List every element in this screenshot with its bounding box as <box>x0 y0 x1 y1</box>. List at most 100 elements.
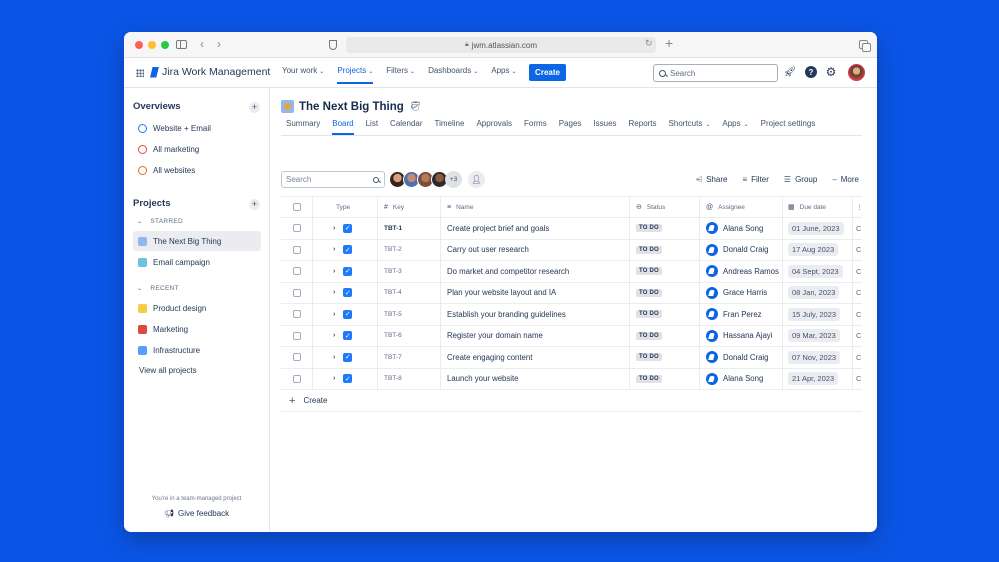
sidebar-item-all-marketing[interactable]: All marketing <box>133 139 261 159</box>
due-date[interactable]: 15 July, 2023 <box>788 307 841 321</box>
row-checkbox[interactable] <box>292 288 301 297</box>
select-all-checkbox[interactable] <box>292 203 301 211</box>
row-checkbox[interactable] <box>292 245 301 254</box>
issue-name[interactable]: Launch your website <box>447 374 519 383</box>
table-row[interactable]: › ✓ TBT-3 Do market and competitor resea… <box>281 261 862 283</box>
status-badge[interactable]: TO DO <box>636 245 662 254</box>
sidebar-item-email-campaign[interactable]: Email campaign <box>133 252 261 272</box>
assignee-name[interactable]: Alana Song <box>723 224 763 233</box>
status-badge[interactable]: TO DO <box>636 267 662 276</box>
view-all-projects-link[interactable]: View all projects <box>139 366 197 375</box>
assignee-name[interactable]: Fran Perez <box>723 310 762 319</box>
group-button[interactable]: ☰ Group <box>784 175 817 185</box>
assignee-name[interactable]: Donald Craig <box>723 353 769 362</box>
privacy-shield-icon[interactable] <box>329 40 337 50</box>
issue-name[interactable]: Create engaging content <box>447 353 532 362</box>
issue-key[interactable]: TBT-4 <box>384 289 402 296</box>
nav-projects[interactable]: Projects ⌄ <box>337 66 373 84</box>
row-checkbox[interactable] <box>292 374 301 383</box>
share-button[interactable]: ⩤ Share <box>696 175 728 185</box>
expand-chevron-icon[interactable]: › <box>333 268 335 275</box>
assignee-name[interactable]: Andreas Ramos <box>723 267 779 276</box>
tab-list[interactable]: List <box>366 119 378 128</box>
forward-arrow-icon[interactable]: › <box>217 37 221 51</box>
starred-section-toggle[interactable]: ⌄ STARRED <box>137 218 183 225</box>
expand-chevron-icon[interactable]: › <box>333 311 335 318</box>
tab-reports[interactable]: Reports <box>629 119 657 128</box>
sidebar-item-product-design[interactable]: Product design <box>133 298 261 318</box>
row-checkbox[interactable] <box>292 310 301 319</box>
due-date[interactable]: 09 Mar, 2023 <box>788 329 840 343</box>
tab-apps[interactable]: Apps ⌄ <box>722 119 748 128</box>
nav-apps[interactable]: Apps ⌄ <box>491 66 516 84</box>
global-search-input[interactable]: Search <box>653 64 778 82</box>
tab-calendar[interactable]: Calendar <box>390 119 422 128</box>
row-checkbox[interactable] <box>292 224 301 233</box>
status-badge[interactable]: TO DO <box>636 310 662 319</box>
tab-approvals[interactable]: Approvals <box>476 119 512 128</box>
paint-bucket-icon[interactable]: 🪣︎ <box>410 101 421 112</box>
issue-key[interactable]: TBT-5 <box>384 311 402 318</box>
issue-key[interactable]: TBT-6 <box>384 332 402 339</box>
issue-name[interactable]: Do market and competitor research <box>447 267 569 276</box>
header-key[interactable]: # Key <box>378 197 441 217</box>
table-row[interactable]: › ✓ TBT-2 Carry out user research TO DO … <box>281 239 862 261</box>
tab-forms[interactable]: Forms <box>524 119 547 128</box>
due-date[interactable]: 21 Apr, 2023 <box>788 372 839 386</box>
filter-button[interactable]: ≡ Filter <box>742 175 768 185</box>
tab-timeline[interactable]: Timeline <box>435 119 465 128</box>
app-switcher-icon[interactable] <box>136 69 144 77</box>
status-badge[interactable]: TO DO <box>636 374 662 383</box>
assignee-name[interactable]: Donald Craig <box>723 245 769 254</box>
sidebar-item-marketing[interactable]: Marketing <box>133 319 261 339</box>
member-avatars[interactable]: +3 <box>389 171 462 188</box>
header-status[interactable]: ⊖ Status <box>630 197 700 217</box>
issue-name[interactable]: Carry out user research <box>447 245 529 254</box>
issue-name[interactable]: Plan your website layout and IA <box>447 288 556 297</box>
notifications-rocket-icon[interactable]: 🚀︎ <box>784 66 797 78</box>
issue-name[interactable]: Register your domain name <box>447 331 543 340</box>
tab-issues[interactable]: Issues <box>593 119 616 128</box>
new-tab-icon[interactable]: + <box>665 35 673 51</box>
issue-key[interactable]: TBT-1 <box>384 225 402 232</box>
back-arrow-icon[interactable]: ‹ <box>200 37 204 51</box>
jira-logo[interactable]: Jira Work Management <box>150 66 270 78</box>
table-row[interactable]: › ✓ TBT-1 Create project brief and goals… <box>281 218 862 240</box>
due-date[interactable]: 08 Jan, 2023 <box>788 286 840 300</box>
tab-shortcuts[interactable]: Shortcuts ⌄ <box>669 119 711 128</box>
row-checkbox[interactable] <box>292 353 301 362</box>
due-date[interactable]: 17 Aug 2023 <box>788 243 839 257</box>
nav-your-work[interactable]: Your work ⌄ <box>282 66 324 84</box>
close-window-button[interactable] <box>135 40 143 49</box>
status-badge[interactable]: TO DO <box>636 331 662 340</box>
expand-chevron-icon[interactable]: › <box>333 354 335 361</box>
board-search-input[interactable]: Search <box>281 171 385 188</box>
expand-chevron-icon[interactable]: › <box>333 246 335 253</box>
expand-chevron-icon[interactable]: › <box>333 375 335 382</box>
table-row[interactable]: › ✓ TBT-7 Create engaging content TO DO … <box>281 347 862 369</box>
nav-filters[interactable]: Filters ⌄ <box>386 66 415 84</box>
recent-section-toggle[interactable]: ⌄ RECENT <box>137 285 179 292</box>
give-feedback-button[interactable]: 📢︎ Give feedback <box>124 509 269 518</box>
tab-board[interactable]: Board <box>332 119 354 135</box>
sidebar-item-infrastructure[interactable]: Infrastructure <box>133 340 261 360</box>
help-icon[interactable]: ? <box>805 66 817 78</box>
more-members-badge[interactable]: +3 <box>445 171 462 188</box>
address-bar[interactable]: 🔒︎ jwm.atlassian.com <box>346 37 656 53</box>
issue-name[interactable]: Establish your branding guidelines <box>447 310 566 319</box>
status-badge[interactable]: TO DO <box>636 224 662 233</box>
header-assignee[interactable]: @ Assignee <box>700 197 783 217</box>
maximize-window-button[interactable] <box>161 40 169 49</box>
due-date[interactable]: 01 June, 2023 <box>788 221 844 235</box>
table-row[interactable]: › ✓ TBT-8 Launch your website TO DO Alan… <box>281 368 862 390</box>
create-issue-button[interactable]: + Create <box>281 390 862 412</box>
status-badge[interactable]: TO DO <box>636 288 662 297</box>
expand-chevron-icon[interactable]: › <box>333 225 335 232</box>
assignee-name[interactable]: Alana Song <box>723 374 763 383</box>
minimize-window-button[interactable] <box>148 40 156 49</box>
issue-key[interactable]: TBT-3 <box>384 268 402 275</box>
header-name[interactable]: ≡ Name <box>441 197 630 217</box>
tab-summary[interactable]: Summary <box>286 119 320 128</box>
add-overview-button[interactable]: + <box>249 102 260 113</box>
assignee-name[interactable]: Grace Harris <box>723 288 767 297</box>
